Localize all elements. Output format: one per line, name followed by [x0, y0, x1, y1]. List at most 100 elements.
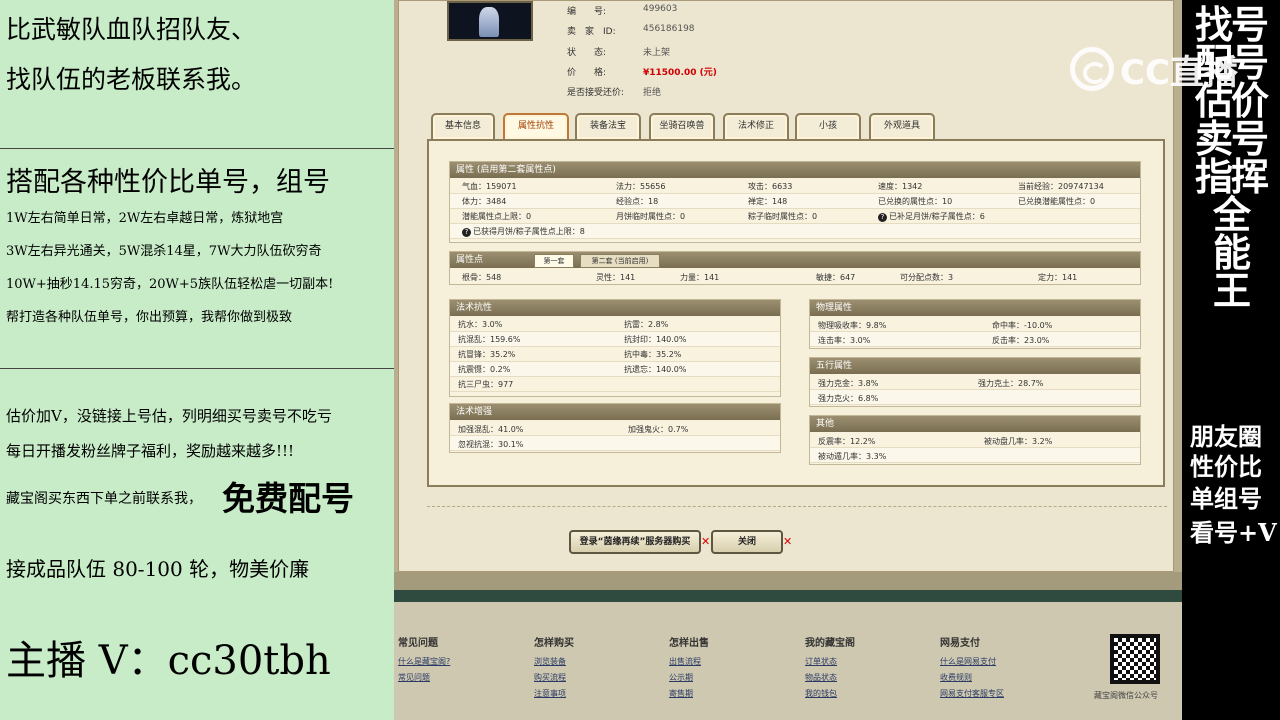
bargain-label: 是否接受还价: — [567, 88, 625, 98]
points-section: 属性点 第一套 第二套 (当前启用) 根骨：548 灵性：141 力量：141 … — [449, 251, 1141, 285]
tab-appearance[interactable]: 外观道具 — [869, 113, 935, 139]
left-text-line: 3W左右异光通关，5W混杀14星，7W大力队伍砍穷奇 — [6, 244, 322, 259]
attr-cell: ? 已补足月饼/粽子属性点：6 — [878, 211, 985, 222]
left-text-line: 每日开播发粉丝牌子福利，奖励越来越多!!! — [6, 442, 295, 460]
footer-link[interactable]: 出售流程 — [669, 656, 701, 667]
points-tab-first[interactable]: 第一套 — [534, 254, 574, 268]
status-value: 未上架 — [643, 48, 671, 58]
close-x-icon: ✕ — [783, 535, 793, 548]
resist-cell: 抗混乱：159.6% — [458, 335, 521, 344]
left-text-line: 找队伍的老板联系我。 — [6, 65, 257, 94]
points-cell: 力量：141 — [680, 273, 720, 282]
footer-link[interactable]: 注意事项 — [534, 688, 566, 699]
right-text-line: 单组号 — [1190, 484, 1262, 513]
other-cell: 被动盘几率：3.2% — [984, 437, 1053, 446]
cc-logo-text: CC直播 — [1120, 52, 1238, 93]
attr-cell: 体力：3484 — [462, 197, 507, 206]
points-cell: 可分配点数：3 — [900, 273, 954, 282]
footer-heading: 我的藏宝阁 — [805, 638, 855, 649]
left-highlight-text: 免费配号 — [222, 479, 354, 518]
id-value: 499603 — [643, 4, 678, 14]
physical-cell: 反击率：23.0% — [992, 336, 1050, 345]
five-cell: 强力克土：28.7% — [978, 379, 1044, 388]
seller-label: 卖 家 ID: — [567, 27, 616, 37]
section-header: 法术增强 — [450, 404, 780, 420]
tab-spell-mods[interactable]: 法术修正 — [723, 113, 789, 139]
footer-link[interactable]: 网易支付客服专区 — [940, 688, 1004, 699]
section-header: 其他 — [810, 416, 1140, 432]
attr-cell: 法力：55656 — [616, 182, 666, 191]
footer-link[interactable]: 什么是网易支付 — [940, 656, 996, 667]
footer-link[interactable]: 收费规则 — [940, 672, 972, 683]
footer-link[interactable]: 订单状态 — [805, 656, 837, 667]
footer-link[interactable]: 浏览装备 — [534, 656, 566, 667]
tab-basic-info[interactable]: 基本信息 — [431, 113, 495, 139]
attr-cell: 速度：1342 — [878, 182, 923, 191]
help-icon[interactable]: ? — [878, 213, 887, 222]
attr-cell: 经验点：18 — [616, 197, 659, 206]
section-header: 属性 (启用第二套属性点) — [450, 162, 1140, 178]
right-text-line: 朋友圈 — [1190, 422, 1262, 451]
close-x-icon: ✕ — [701, 535, 711, 548]
close-button[interactable]: 关闭 — [711, 530, 783, 554]
attr-cell: 已兑换的属性点：10 — [878, 197, 953, 206]
cangbaoge-page: 编 号: 499603 卖 家 ID: 456186198 状 态: 未上架 价… — [394, 0, 1182, 720]
qr-code-icon — [1110, 634, 1160, 684]
attr-cell: 月饼临时属性点：0 — [616, 212, 686, 221]
resist-cell: 抗雷：2.8% — [624, 320, 669, 329]
left-text-line: 接成品队伍 80-100 轮，物美价廉 — [6, 557, 310, 581]
character-portrait — [447, 1, 533, 41]
seller-value: 456186198 — [643, 24, 695, 34]
footer-link[interactable]: 我的钱包 — [805, 688, 837, 699]
enhance-cell: 加强混乱：41.0% — [458, 425, 524, 434]
attr-cell: 粽子临时属性点：0 — [748, 212, 818, 221]
left-text-line: 10W+抽秒14.15穷奇，20W+5族队伍轻松虐一切副本! — [6, 277, 334, 292]
right-text-line: 性价比 — [1190, 452, 1262, 481]
resist-cell: 抗水：3.0% — [458, 320, 503, 329]
attr-cell-text: 已补足月饼/粽子属性点：6 — [889, 212, 985, 221]
tab-mounts-pets[interactable]: 坐骑召唤兽 — [649, 113, 715, 139]
tab-equipment[interactable]: 装备法宝 — [575, 113, 641, 139]
help-icon[interactable]: ? — [462, 228, 471, 237]
attributes-panel: 属性 (启用第二套属性点) 气血：159071 法力：55656 攻击：6633… — [427, 139, 1165, 487]
tab-attributes[interactable]: 属性抗性 — [503, 113, 569, 139]
tab-child[interactable]: 小孩 — [795, 113, 861, 139]
footer-link[interactable]: 寄售期 — [669, 688, 693, 699]
divider — [427, 506, 1167, 507]
points-cell: 根骨：548 — [462, 273, 502, 282]
left-text-line: 搭配各种性价比单号，组号 — [6, 167, 330, 198]
points-cell: 定力：141 — [1038, 273, 1078, 282]
divider — [0, 148, 394, 149]
points-cell: 敏捷：647 — [816, 273, 856, 282]
footer-link[interactable]: 公示期 — [669, 672, 693, 683]
five-elements-section: 五行属性 强力克金：3.8% 强力克土：28.7% 强力克火：6.8% — [809, 357, 1141, 407]
enhance-cell: 忽视抗混：30.1% — [458, 440, 524, 449]
divider — [0, 368, 394, 369]
footer-link[interactable]: 购买流程 — [534, 672, 566, 683]
resist-cell: 抗中毒：35.2% — [624, 350, 682, 359]
physical-cell: 连击率：3.0% — [818, 336, 871, 345]
streamer-left-panel: 比武敏队血队招队友、 找队伍的老板联系我。 搭配各种性价比单号，组号 1W左右简… — [0, 0, 394, 720]
physical-cell: 物理吸收率：9.8% — [818, 321, 887, 330]
left-text-line: 估价加V，没链接上号估，列明细买号卖号不吃亏 — [6, 407, 332, 425]
attr-cell: 禅定：148 — [748, 197, 788, 206]
footer-link[interactable]: 物品状态 — [805, 672, 837, 683]
status-label: 状 态: — [567, 48, 607, 58]
footer-link[interactable]: 什么是藏宝阁? — [398, 656, 450, 667]
footer-heading: 怎样出售 — [669, 638, 709, 649]
login-buy-button[interactable]: 登录“茵缘再续”服务器购买 — [569, 530, 701, 554]
enhance-cell: 加强鬼火：0.7% — [628, 425, 689, 434]
footer-link[interactable]: 常见问题 — [398, 672, 430, 683]
price-value: ¥11500.00 (元) — [643, 68, 717, 78]
attributes-section: 属性 (启用第二套属性点) 气血：159071 法力：55656 攻击：6633… — [449, 161, 1141, 243]
resist-cell: 抗冒锋：35.2% — [458, 350, 516, 359]
left-text-line: 比武敏队血队招队友、 — [6, 15, 257, 44]
five-cell: 强力克火：6.8% — [818, 394, 879, 403]
footer-heading: 常见问题 — [398, 638, 438, 649]
attr-cell: 攻击：6633 — [748, 182, 793, 191]
id-label: 编 号: — [567, 7, 607, 17]
footer-heading: 怎样购买 — [534, 638, 574, 649]
other-cell: 被动遁几率：3.3% — [818, 452, 887, 461]
points-tab-second[interactable]: 第二套 (当前启用) — [580, 254, 660, 268]
cc-logo-icon — [1070, 47, 1114, 91]
